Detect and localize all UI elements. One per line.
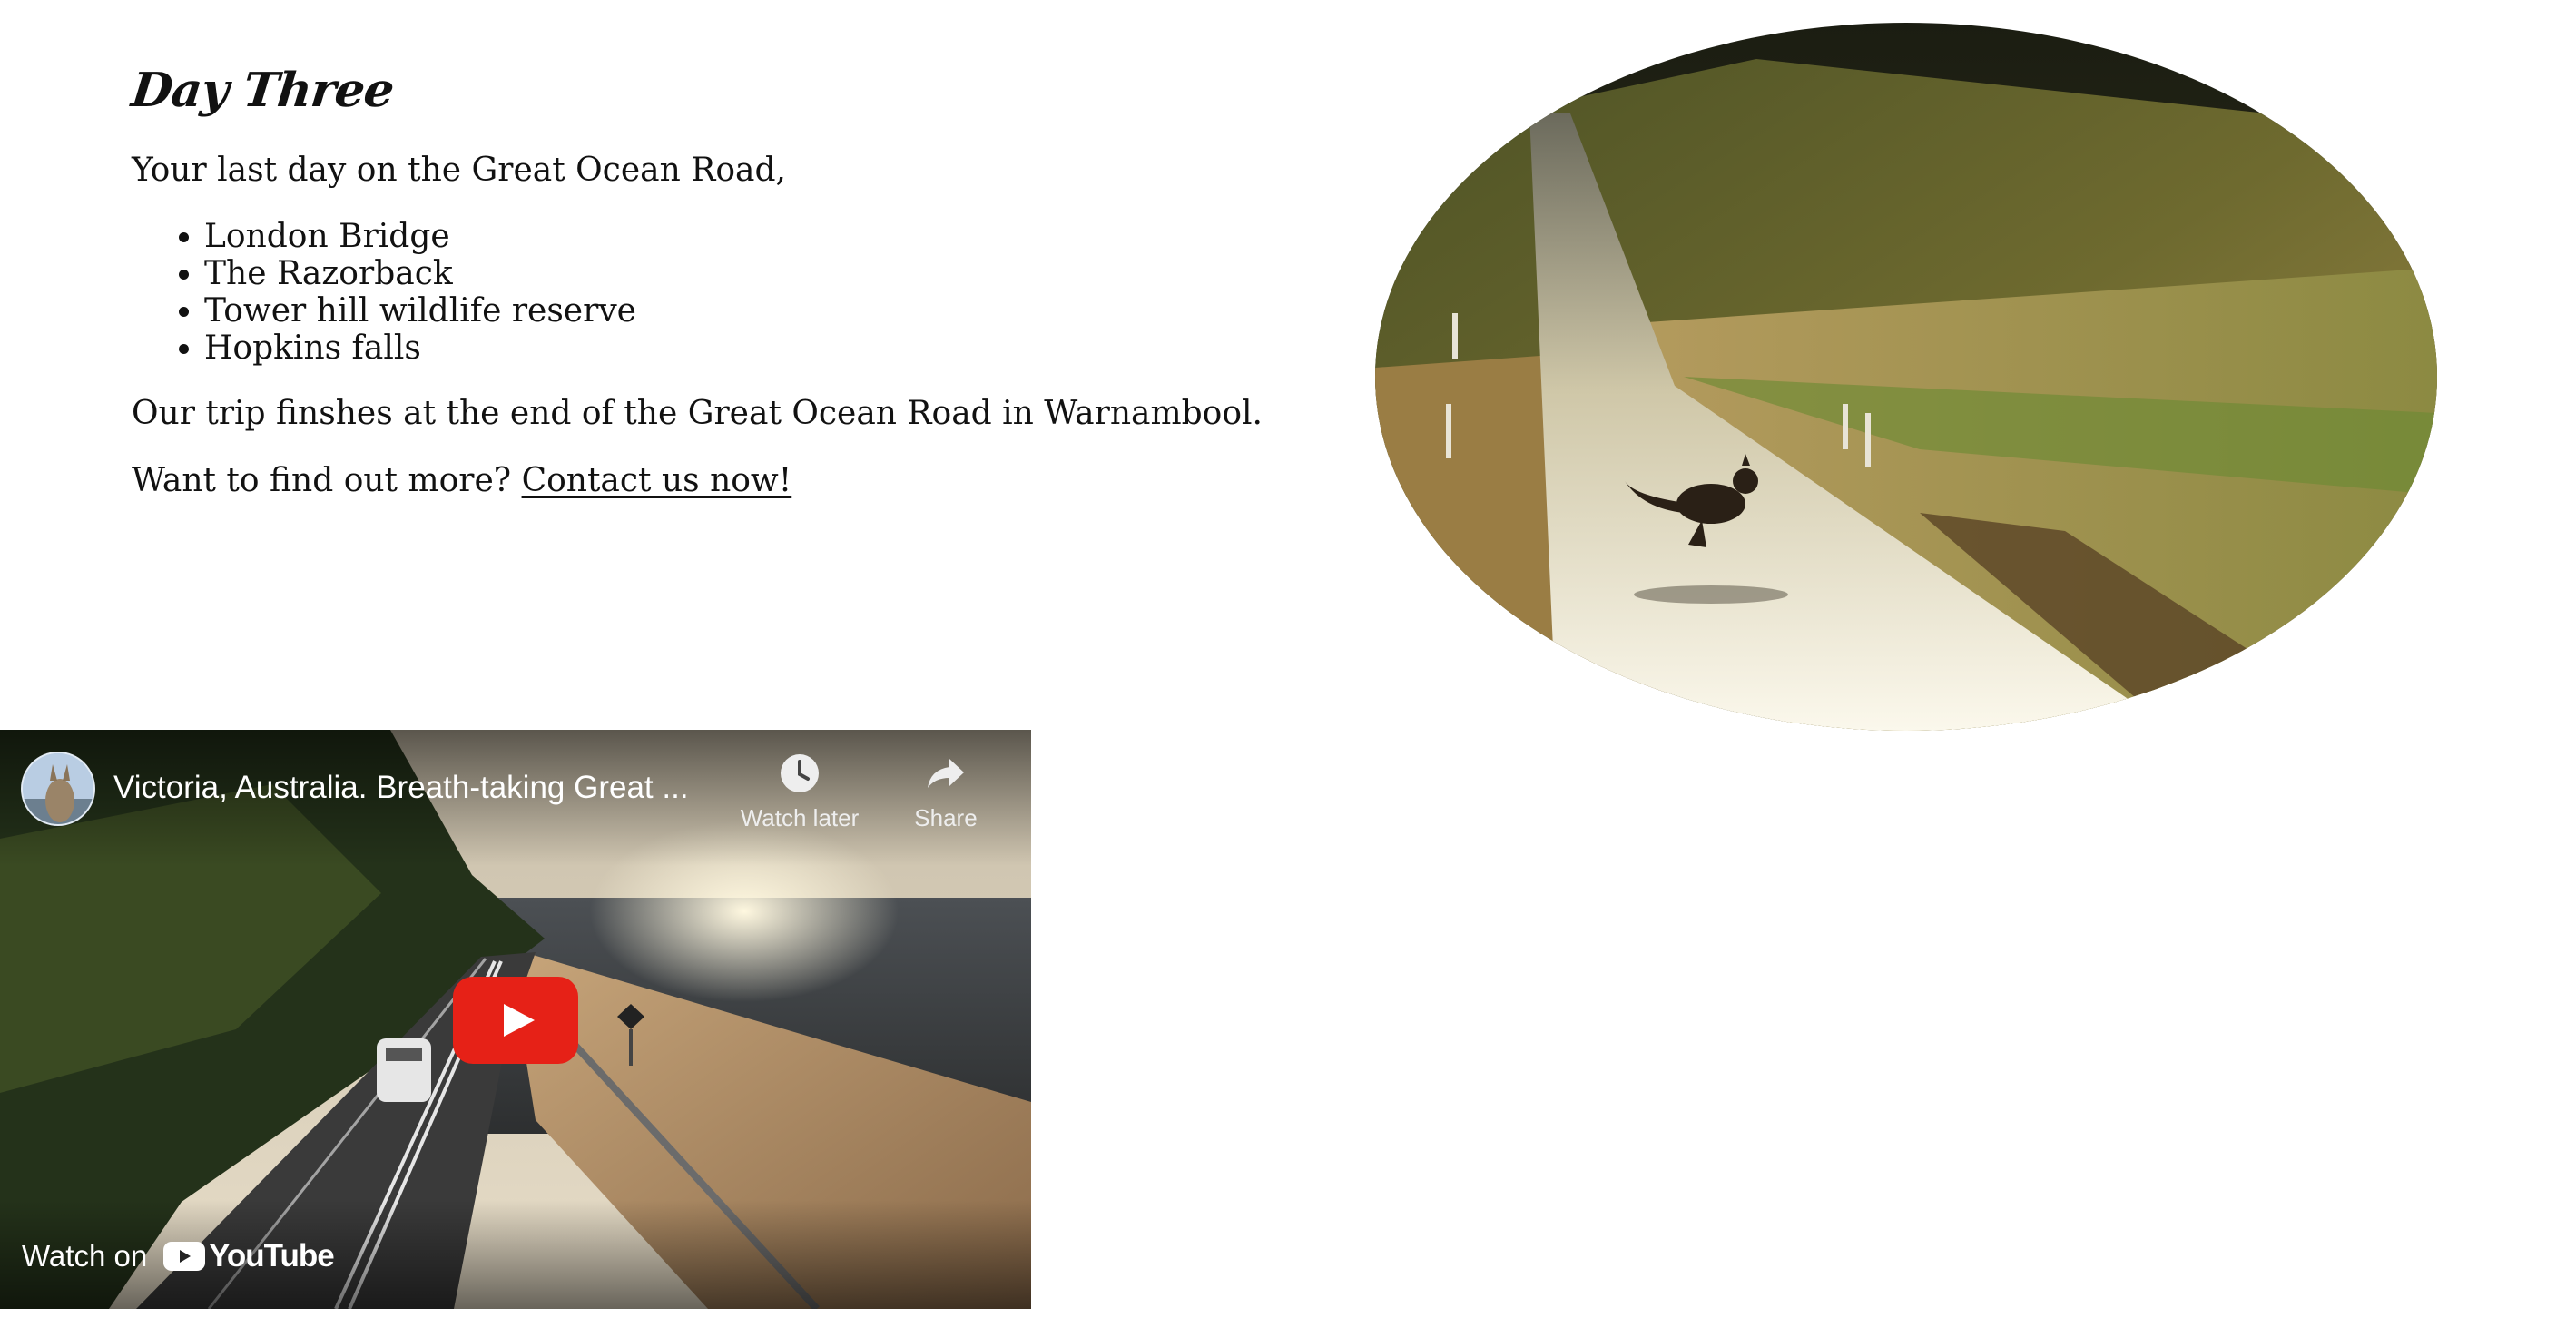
video-title[interactable]: Victoria, Australia. Breath-taking Great… bbox=[113, 770, 689, 806]
share-arrow-icon bbox=[928, 759, 964, 788]
day-three-section: Day Three Your last day on the Great Oce… bbox=[129, 54, 1266, 501]
conclusion-text: Our trip finshes at the end of the Great… bbox=[132, 395, 1263, 432]
places-list: London Bridge The Razorback Tower hill w… bbox=[132, 218, 1266, 367]
list-item: London Bridge bbox=[204, 218, 1266, 255]
youtube-wordmark: YouTube bbox=[209, 1238, 335, 1274]
list-item: The Razorback bbox=[204, 255, 1266, 292]
watch-later-label: Watch later bbox=[740, 804, 860, 831]
share-label: Share bbox=[914, 804, 978, 831]
play-button[interactable] bbox=[453, 977, 578, 1064]
channel-avatar[interactable] bbox=[21, 752, 95, 826]
list-item: Tower hill wildlife reserve bbox=[204, 292, 1266, 330]
youtube-logo-icon bbox=[163, 1242, 206, 1271]
kangaroo-road-photo bbox=[1375, 23, 2437, 731]
list-item: Hopkins falls bbox=[204, 330, 1266, 367]
section-title: Day Three bbox=[128, 63, 397, 118]
youtube-logo: YouTube bbox=[163, 1238, 335, 1274]
share-button[interactable]: Share bbox=[882, 752, 1009, 832]
contact-link[interactable]: Contact us now! bbox=[522, 462, 792, 499]
watch-later-button[interactable]: Watch later bbox=[736, 752, 863, 832]
watch-on-label: Watch on bbox=[22, 1239, 148, 1273]
intro-text: Your last day on the Great Ocean Road, bbox=[132, 152, 786, 189]
play-icon bbox=[504, 1004, 535, 1037]
clock-icon bbox=[781, 754, 819, 792]
youtube-video-embed[interactable]: Victoria, Australia. Breath-taking Great… bbox=[0, 730, 1031, 1309]
cta-prefix: Want to find out more? bbox=[132, 462, 512, 499]
watch-on-youtube-link[interactable]: Watch on YouTube bbox=[22, 1238, 335, 1274]
cta-paragraph: Want to find out more? Contact us now! bbox=[132, 461, 1266, 501]
